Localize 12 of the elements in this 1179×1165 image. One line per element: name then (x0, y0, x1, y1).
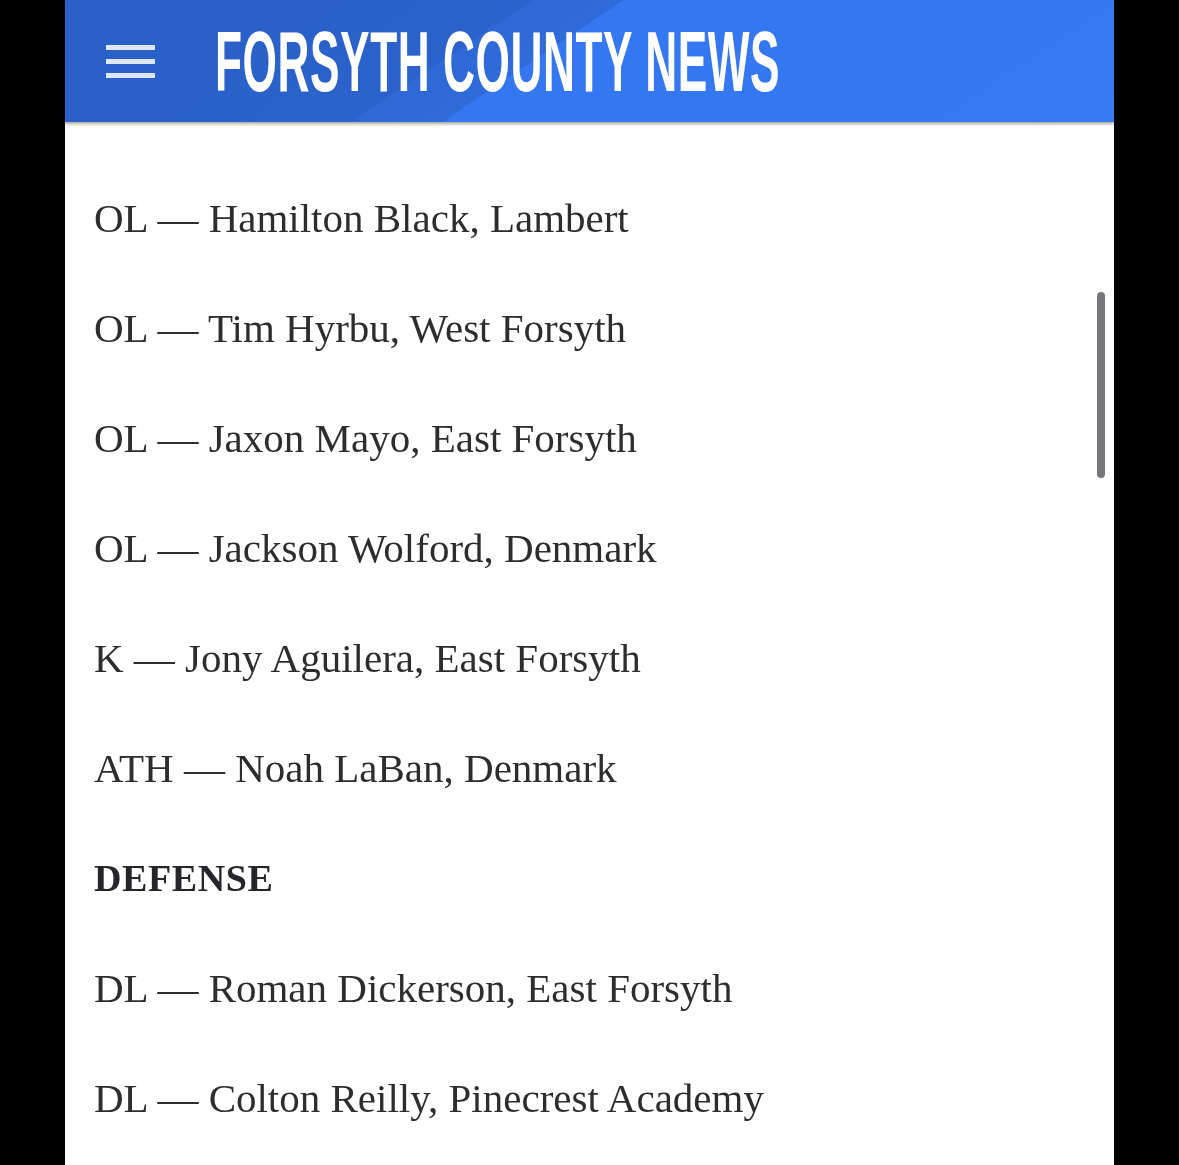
roster-entry: ATH — Noah LaBan, Denmark (94, 744, 617, 793)
roster-entry: OL — Hamilton Black, Lambert (94, 194, 629, 243)
roster-entry: OL — Tim Hyrbu, West Forsyth (94, 304, 627, 353)
section-heading: DEFENSE (94, 856, 274, 901)
roster-entry: DL — Roman Dickerson, East Forsyth (94, 964, 733, 1013)
site-title[interactable]: FORSYTH COUNTY NEWS (215, 18, 781, 104)
roster-entry: DL — Colton Reilly, Pinecrest Academy (94, 1074, 764, 1123)
roster-entry: OL — Jaxon Mayo, East Forsyth (94, 414, 637, 463)
menu-icon[interactable] (106, 44, 155, 78)
scrollbar-thumb[interactable] (1097, 292, 1105, 478)
roster-entry: K — Jony Aguilera, East Forsyth (94, 634, 641, 683)
roster-entry: OL — Jackson Wolford, Denmark (94, 524, 657, 573)
